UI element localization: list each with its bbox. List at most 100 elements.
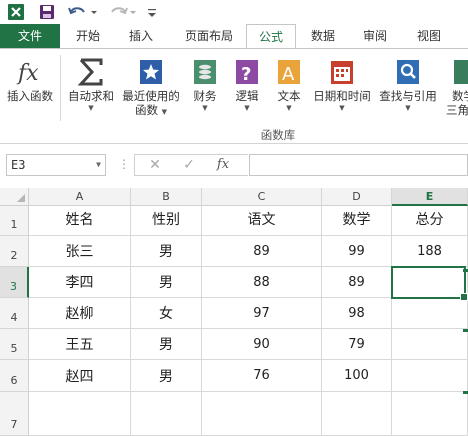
tab-review[interactable]: 审阅 bbox=[352, 24, 398, 48]
excel-logo-icon bbox=[6, 2, 26, 22]
row-header-5[interactable]: 5 bbox=[0, 329, 29, 360]
cell-e4[interactable] bbox=[392, 298, 468, 329]
cell-a7[interactable] bbox=[29, 392, 131, 436]
select-all-button[interactable] bbox=[0, 188, 29, 206]
formula-bar: E3 ▼ ⋮ ✕ ✓ fx bbox=[0, 144, 468, 188]
column-header-a[interactable]: A bbox=[29, 188, 131, 206]
ribbon-separator bbox=[60, 55, 61, 121]
financial-icon bbox=[186, 55, 224, 89]
tab-view[interactable]: 视图 bbox=[406, 24, 452, 48]
cell-e7[interactable] bbox=[392, 392, 468, 436]
chevron-down-icon[interactable]: ▼ bbox=[96, 155, 101, 175]
chevron-down-icon: ▼ bbox=[88, 104, 94, 112]
cell-b3[interactable]: 男 bbox=[131, 267, 202, 298]
tab-page-layout[interactable]: 页面布局 bbox=[174, 24, 244, 48]
autosum-label: 自动求和 bbox=[68, 89, 114, 103]
cell-b4[interactable]: 女 bbox=[131, 298, 202, 329]
text-a-icon: A bbox=[270, 55, 308, 89]
column-header-d[interactable]: D bbox=[322, 188, 392, 206]
text-label: 文本 bbox=[277, 89, 301, 103]
cell-d2[interactable]: 99 bbox=[322, 236, 392, 267]
logical-button[interactable]: ? 逻辑 ▼ bbox=[228, 55, 266, 125]
insert-function-fx-icon[interactable]: fx bbox=[209, 155, 237, 175]
recently-used-label-1: 最近使用的 bbox=[122, 89, 180, 103]
tab-data[interactable]: 数据 bbox=[300, 24, 346, 48]
date-time-button[interactable]: 日期和时间 ▼ bbox=[310, 55, 374, 125]
cell-c3[interactable]: 88 bbox=[202, 267, 322, 298]
save-icon[interactable] bbox=[38, 2, 56, 22]
logical-label: 逻辑 bbox=[235, 89, 259, 103]
chevron-down-icon: ▼ bbox=[286, 104, 292, 112]
cell-b1[interactable]: 性别 bbox=[131, 206, 202, 236]
cancel-icon[interactable]: ✕ bbox=[141, 155, 169, 175]
redo-icon[interactable] bbox=[108, 2, 138, 22]
cell-b7[interactable] bbox=[131, 392, 202, 436]
insert-function-icon: fx bbox=[2, 55, 58, 89]
math-trig-button[interactable]: 数学 三角 bbox=[446, 55, 468, 125]
recently-used-label-2: 函数 ▼ bbox=[134, 103, 168, 117]
cell-b5[interactable]: 男 bbox=[131, 329, 202, 360]
cell-c1[interactable]: 语文 bbox=[202, 206, 322, 236]
cell-d1[interactable]: 数学 bbox=[322, 206, 392, 236]
cell-b2[interactable]: 男 bbox=[131, 236, 202, 267]
cell-e5[interactable] bbox=[392, 329, 468, 360]
svg-text:?: ? bbox=[241, 64, 251, 85]
enter-check-icon[interactable]: ✓ bbox=[175, 155, 203, 175]
cell-c2[interactable]: 89 bbox=[202, 236, 322, 267]
column-header-c[interactable]: C bbox=[202, 188, 322, 206]
autosum-button[interactable]: 自动求和 ▼ bbox=[64, 55, 118, 125]
cell-d5[interactable]: 79 bbox=[322, 329, 392, 360]
cell-d6[interactable]: 100 bbox=[322, 360, 392, 392]
cell-e1[interactable]: 总分 bbox=[392, 206, 468, 236]
formula-buttons: ✕ ✓ fx bbox=[134, 154, 248, 176]
formula-bar-grip-icon[interactable]: ⋮ bbox=[118, 154, 130, 176]
cell-d4[interactable]: 98 bbox=[322, 298, 392, 329]
row-header-2[interactable]: 2 bbox=[0, 236, 29, 267]
tab-formulas[interactable]: 公式 bbox=[246, 24, 296, 49]
magnifier-icon bbox=[376, 55, 440, 89]
svg-text:fx: fx bbox=[16, 61, 39, 86]
row-header-1[interactable]: 1 bbox=[0, 206, 29, 236]
ribbon-tabs: 文件 开始 插入 页面布局 公式 数据 审阅 视图 bbox=[0, 24, 468, 49]
chevron-down-icon: ▼ bbox=[244, 104, 250, 112]
column-header-e[interactable]: E bbox=[392, 188, 468, 206]
row-header-3[interactable]: 3 bbox=[0, 267, 29, 298]
cell-c6[interactable]: 76 bbox=[202, 360, 322, 392]
cell-b6[interactable]: 男 bbox=[131, 360, 202, 392]
recently-used-button[interactable]: 最近使用的 函数 ▼ bbox=[118, 55, 184, 125]
row-header-7[interactable]: 7 bbox=[0, 392, 29, 436]
error-indicator-mark bbox=[463, 329, 468, 332]
question-mark-icon: ? bbox=[228, 55, 266, 89]
tab-home[interactable]: 开始 bbox=[66, 24, 110, 48]
name-box[interactable]: E3 ▼ bbox=[6, 154, 106, 176]
cell-c5[interactable]: 90 bbox=[202, 329, 322, 360]
cell-a6[interactable]: 赵四 bbox=[29, 360, 131, 392]
customize-toolbar-icon[interactable] bbox=[146, 2, 158, 22]
cell-e6[interactable] bbox=[392, 360, 468, 392]
cell-e2[interactable]: 188 bbox=[392, 236, 468, 267]
chevron-down-icon: ▼ bbox=[339, 104, 345, 112]
formula-input[interactable] bbox=[249, 154, 468, 176]
insert-function-button[interactable]: fx 插入函数 bbox=[2, 55, 58, 125]
cell-a4[interactable]: 赵柳 bbox=[29, 298, 131, 329]
financial-button[interactable]: 财务 ▼ bbox=[186, 55, 224, 125]
cell-c7[interactable] bbox=[202, 392, 322, 436]
row-header-6[interactable]: 6 bbox=[0, 360, 29, 392]
ribbon-panel: fx 插入函数 自动求和 ▼ 最近使用的 函数 ▼ 财务 ▼ ? 逻辑 ▼ A bbox=[0, 48, 468, 144]
cell-d7[interactable] bbox=[322, 392, 392, 436]
column-header-b[interactable]: B bbox=[131, 188, 202, 206]
text-button[interactable]: A 文本 ▼ bbox=[270, 55, 308, 125]
cell-a2[interactable]: 张三 bbox=[29, 236, 131, 267]
active-cell-selection[interactable] bbox=[391, 266, 468, 301]
cell-c4[interactable]: 97 bbox=[202, 298, 322, 329]
row-header-4[interactable]: 4 bbox=[0, 298, 29, 329]
undo-icon[interactable] bbox=[66, 2, 100, 22]
lookup-reference-button[interactable]: 查找与引用 ▼ bbox=[376, 55, 440, 125]
math-trig-label-2: 三角 bbox=[446, 103, 468, 117]
cell-a5[interactable]: 王五 bbox=[29, 329, 131, 360]
cell-a1[interactable]: 姓名 bbox=[29, 206, 131, 236]
cell-d3[interactable]: 89 bbox=[322, 267, 392, 298]
tab-file[interactable]: 文件 bbox=[0, 24, 60, 48]
tab-insert[interactable]: 插入 bbox=[118, 24, 164, 48]
cell-a3[interactable]: 李四 bbox=[29, 267, 131, 298]
